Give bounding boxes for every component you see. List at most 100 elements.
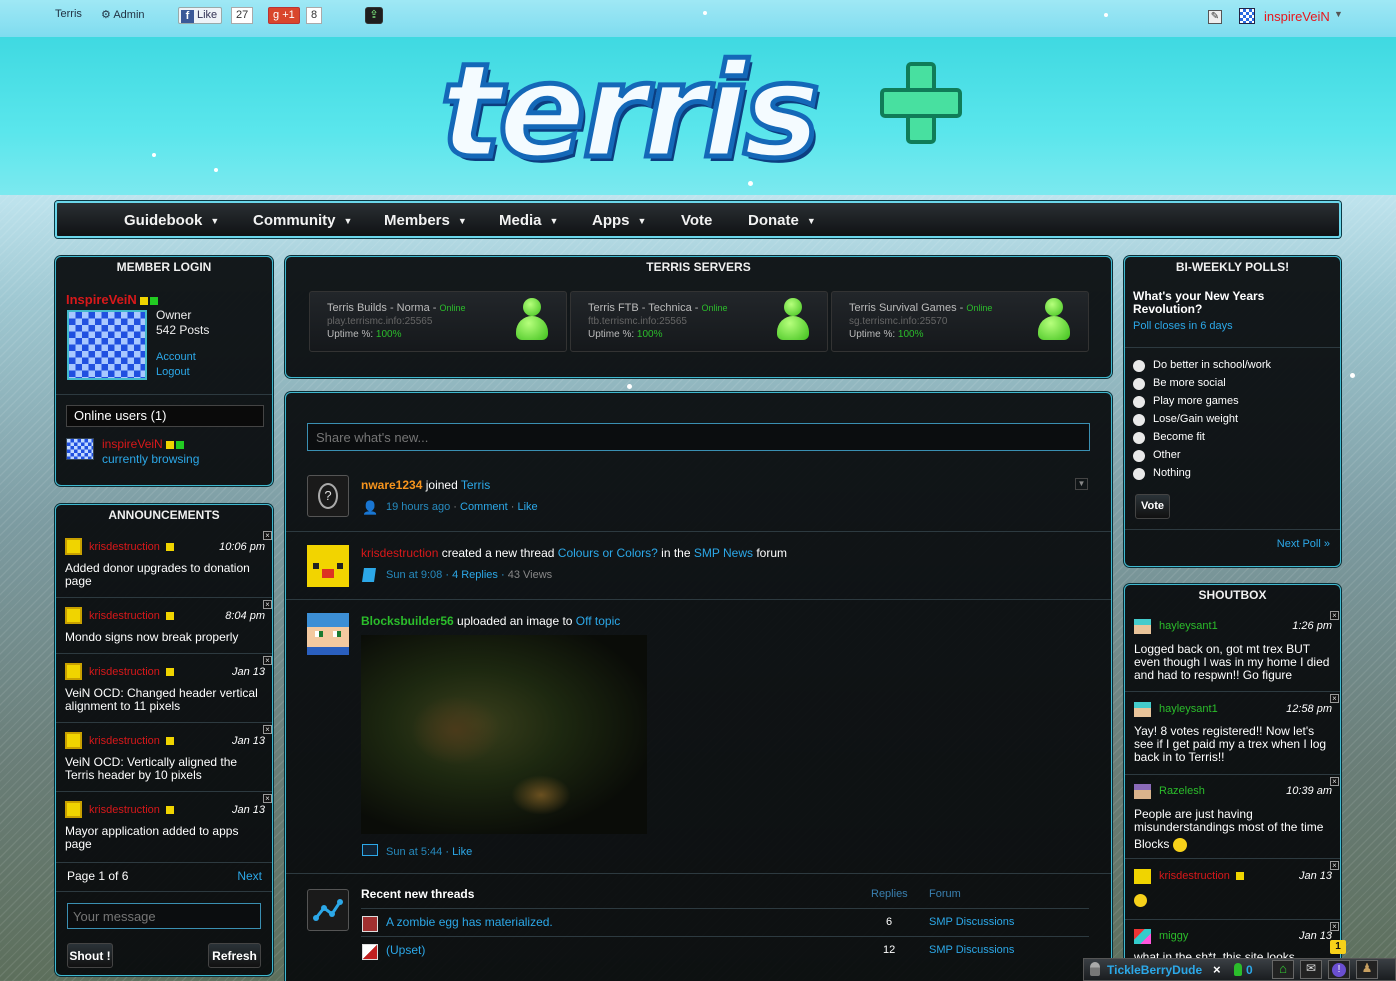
- next-page-link[interactable]: Next: [237, 869, 262, 883]
- announcement-author[interactable]: krisdestruction: [89, 804, 174, 816]
- close-icon[interactable]: ×: [263, 531, 272, 540]
- close-icon[interactable]: ×: [263, 725, 272, 734]
- announcement-author[interactable]: krisdestruction: [89, 610, 174, 622]
- forum-link[interactable]: SMP News: [694, 546, 753, 560]
- username-link[interactable]: inspireVeiN: [1264, 9, 1330, 24]
- mail-icon[interactable]: ✉: [1300, 960, 1322, 979]
- uploaded-image[interactable]: [361, 635, 647, 834]
- feed-item-title: nware1234 joined Terris: [361, 478, 491, 492]
- gplus-button[interactable]: g +1: [268, 7, 300, 24]
- shout-author[interactable]: hayleysant1: [1159, 620, 1218, 632]
- alerts-icon[interactable]: !: [1328, 960, 1350, 979]
- announcement-author[interactable]: krisdestruction: [89, 666, 174, 678]
- shout-author[interactable]: miggy: [1159, 930, 1188, 942]
- chat-user-name[interactable]: TickleBerryDude: [1107, 963, 1202, 977]
- user-link[interactable]: Blocksbuilder56: [361, 614, 454, 628]
- profile-icon[interactable]: ♟: [1356, 960, 1378, 979]
- poll-option-radio[interactable]: [1133, 360, 1145, 372]
- close-icon[interactable]: ×: [1330, 861, 1339, 870]
- member-name[interactable]: InspireVeiN: [66, 292, 158, 307]
- announcement-author[interactable]: krisdestruction: [89, 541, 174, 553]
- author-avatar[interactable]: [65, 732, 82, 749]
- close-icon[interactable]: ×: [1330, 611, 1339, 620]
- shout-avatar[interactable]: [1134, 929, 1151, 944]
- next-poll-link[interactable]: Next Poll »: [1277, 538, 1330, 550]
- poll-option-radio[interactable]: [1133, 432, 1145, 444]
- home-icon[interactable]: ⌂: [1272, 960, 1294, 979]
- comment-link[interactable]: Comment: [460, 501, 508, 513]
- close-icon[interactable]: ×: [263, 600, 272, 609]
- poll-option-radio[interactable]: [1133, 414, 1145, 426]
- user-link[interactable]: krisdestruction: [361, 546, 438, 560]
- server-card[interactable]: Terris Builds - Norma - Online play.terr…: [309, 291, 567, 352]
- nav-apps[interactable]: Apps ▼: [592, 212, 646, 229]
- close-icon[interactable]: ×: [1330, 694, 1339, 703]
- main-nav: Guidebook ▼ Community ▼ Members ▼ Media ▼ Ap…: [55, 201, 1341, 238]
- edit-icon[interactable]: ✎: [1208, 10, 1222, 24]
- forum-link[interactable]: Off topic: [576, 614, 620, 628]
- refresh-button[interactable]: Refresh: [208, 943, 261, 968]
- shout-button[interactable]: Shout !: [67, 943, 113, 968]
- like-link[interactable]: Like: [517, 501, 537, 513]
- account-link[interactable]: Account: [156, 351, 196, 363]
- logout-link[interactable]: Logout: [156, 366, 190, 378]
- author-avatar[interactable]: [65, 663, 82, 680]
- shout-author[interactable]: krisdestruction: [1159, 870, 1244, 882]
- thread-title-link[interactable]: (Upset): [386, 943, 425, 957]
- shout-avatar[interactable]: [1134, 619, 1151, 634]
- facebook-like-button[interactable]: f Like: [178, 7, 223, 24]
- author-avatar[interactable]: [65, 538, 82, 555]
- nav-media[interactable]: Media ▼: [499, 212, 558, 229]
- thread-title-link[interactable]: A zombie egg has materialized.: [386, 915, 553, 929]
- user-avatar[interactable]: ?: [307, 475, 349, 517]
- online-user-avatar[interactable]: [66, 438, 94, 460]
- poll-option-radio[interactable]: [1133, 468, 1145, 480]
- shout-author[interactable]: Razelesh: [1159, 785, 1205, 797]
- admin-link[interactable]: ⚙ Admin: [101, 8, 145, 21]
- thread-forum-link[interactable]: SMP Discussions: [929, 916, 1014, 928]
- nav-community[interactable]: Community ▼: [253, 212, 352, 229]
- user-link[interactable]: nware1234: [361, 478, 422, 492]
- poll-option-radio[interactable]: [1133, 378, 1145, 390]
- site-link[interactable]: Terris: [55, 8, 82, 20]
- member-avatar[interactable]: [67, 310, 147, 380]
- nav-members[interactable]: Members ▼: [384, 212, 467, 229]
- replies-link[interactable]: 4 Replies: [452, 569, 498, 581]
- chevron-down-icon: ▼: [637, 216, 647, 227]
- like-count: 27: [231, 7, 254, 24]
- close-icon[interactable]: ×: [263, 656, 272, 665]
- thread-forum-link[interactable]: SMP Discussions: [929, 944, 1014, 956]
- user-avatar[interactable]: [307, 545, 349, 587]
- thread-link[interactable]: Colours or Colors?: [558, 546, 658, 560]
- nav-vote[interactable]: Vote: [681, 212, 712, 229]
- shout-avatar[interactable]: [1134, 702, 1151, 717]
- close-icon[interactable]: ×: [1213, 962, 1221, 977]
- like-link[interactable]: Like: [452, 846, 472, 858]
- server-card[interactable]: Terris Survival Games - Online sg.terris…: [831, 291, 1089, 352]
- user-avatar-small[interactable]: [1239, 8, 1255, 24]
- server-card[interactable]: Terris FTB - Technica - Online ftb.terri…: [570, 291, 828, 352]
- online-user-name[interactable]: inspireVeiN: [102, 437, 184, 451]
- shout-author[interactable]: hayleysant1: [1159, 703, 1218, 715]
- close-icon[interactable]: ×: [263, 794, 272, 803]
- poll-option-radio[interactable]: [1133, 396, 1145, 408]
- shout-avatar[interactable]: [1134, 784, 1151, 799]
- shout-avatar[interactable]: [1134, 869, 1151, 884]
- nav-donate[interactable]: Donate ▼: [748, 212, 816, 229]
- author-avatar[interactable]: [65, 801, 82, 818]
- author-avatar[interactable]: [65, 607, 82, 624]
- share-icon[interactable]: ⇪: [365, 7, 383, 24]
- nav-guidebook[interactable]: Guidebook ▼: [124, 212, 219, 229]
- site-link[interactable]: Terris: [461, 478, 490, 492]
- user-avatar[interactable]: [307, 613, 349, 655]
- share-status-input[interactable]: [307, 423, 1090, 451]
- dropdown-icon[interactable]: ▼: [1075, 478, 1088, 490]
- server-name: Terris Builds - Norma - Online: [327, 302, 466, 314]
- announcement-author[interactable]: krisdestruction: [89, 735, 174, 747]
- chevron-down-icon[interactable]: ▼: [1334, 9, 1343, 19]
- shout-message-input[interactable]: [67, 903, 261, 929]
- poll-option-radio[interactable]: [1133, 450, 1145, 462]
- thread-icon: [362, 568, 376, 582]
- vote-button[interactable]: Vote: [1135, 494, 1170, 519]
- site-logo[interactable]: terris: [437, 44, 822, 179]
